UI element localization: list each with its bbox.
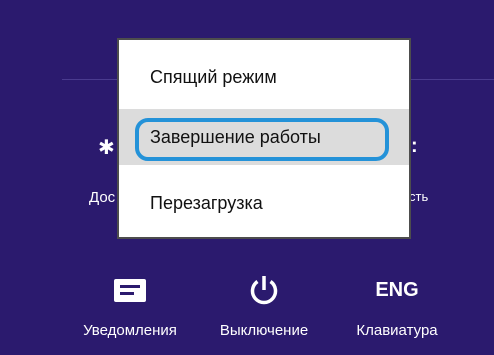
power-button[interactable]: Выключение xyxy=(199,270,329,339)
availability-label-partial: сть xyxy=(409,189,429,204)
shutdown-option[interactable]: Завершение работы xyxy=(119,109,409,165)
power-options-menu: Спящий режим Завершение работы Перезагру… xyxy=(117,38,411,239)
accessibility-label-partial: Дос xyxy=(89,189,116,206)
restart-option[interactable]: Перезагрузка xyxy=(119,178,409,228)
keyboard-language-indicator: ENG xyxy=(375,278,419,301)
volume-icon-partial: : xyxy=(411,135,418,157)
notifications-icon xyxy=(114,278,146,302)
keyboard-button[interactable]: ENG Клавиатура xyxy=(332,270,462,340)
notifications-label: Уведомления xyxy=(83,322,177,339)
notifications-button[interactable]: Уведомления xyxy=(65,270,195,339)
power-label: Выключение xyxy=(219,322,309,339)
sleep-option[interactable]: Спящий режим xyxy=(119,52,409,102)
power-icon xyxy=(250,276,278,305)
brightness-icon: ✱ xyxy=(98,137,115,159)
keyboard-label: Клавиатура xyxy=(356,322,438,339)
